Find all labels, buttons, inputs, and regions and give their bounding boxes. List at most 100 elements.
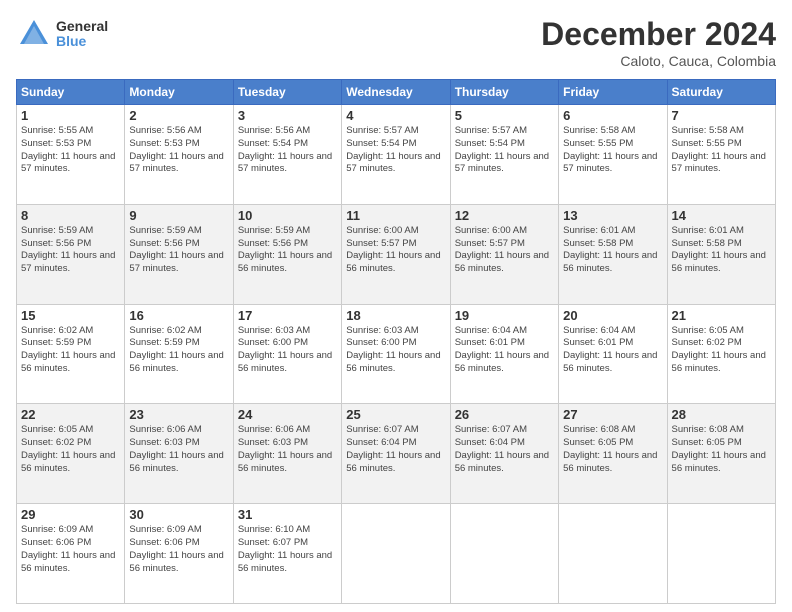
day-detail: Sunrise: 5:59 AMSunset: 5:56 PMDaylight:… — [129, 225, 228, 276]
calendar-cell: 22 Sunrise: 6:05 AMSunset: 6:02 PMDaylig… — [17, 404, 125, 504]
calendar-header-friday: Friday — [559, 80, 667, 105]
day-detail: Sunrise: 5:57 AMSunset: 5:54 PMDaylight:… — [346, 125, 445, 176]
calendar-header-tuesday: Tuesday — [233, 80, 341, 105]
calendar-cell: 27 Sunrise: 6:08 AMSunset: 6:05 PMDaylig… — [559, 404, 667, 504]
title-section: December 2024 Caloto, Cauca, Colombia — [541, 16, 776, 69]
calendar-week-row: 8 Sunrise: 5:59 AMSunset: 5:56 PMDayligh… — [17, 204, 776, 304]
logo-general: General — [56, 19, 108, 34]
day-detail: Sunrise: 5:56 AMSunset: 5:54 PMDaylight:… — [238, 125, 337, 176]
calendar-cell: 3 Sunrise: 5:56 AMSunset: 5:54 PMDayligh… — [233, 105, 341, 205]
calendar-header-row: SundayMondayTuesdayWednesdayThursdayFrid… — [17, 80, 776, 105]
day-number: 18 — [346, 308, 445, 323]
day-number: 24 — [238, 407, 337, 422]
day-detail: Sunrise: 6:00 AMSunset: 5:57 PMDaylight:… — [455, 225, 554, 276]
calendar-cell: 10 Sunrise: 5:59 AMSunset: 5:56 PMDaylig… — [233, 204, 341, 304]
day-detail: Sunrise: 6:02 AMSunset: 5:59 PMDaylight:… — [129, 325, 228, 376]
day-detail: Sunrise: 6:08 AMSunset: 6:05 PMDaylight:… — [672, 424, 771, 475]
calendar-cell: 8 Sunrise: 5:59 AMSunset: 5:56 PMDayligh… — [17, 204, 125, 304]
day-detail: Sunrise: 5:55 AMSunset: 5:53 PMDaylight:… — [21, 125, 120, 176]
day-number: 26 — [455, 407, 554, 422]
calendar-cell: 31 Sunrise: 6:10 AMSunset: 6:07 PMDaylig… — [233, 504, 341, 604]
day-detail: Sunrise: 5:59 AMSunset: 5:56 PMDaylight:… — [21, 225, 120, 276]
day-detail: Sunrise: 6:00 AMSunset: 5:57 PMDaylight:… — [346, 225, 445, 276]
calendar-cell: 23 Sunrise: 6:06 AMSunset: 6:03 PMDaylig… — [125, 404, 233, 504]
calendar-week-row: 1 Sunrise: 5:55 AMSunset: 5:53 PMDayligh… — [17, 105, 776, 205]
calendar-cell — [559, 504, 667, 604]
day-number: 23 — [129, 407, 228, 422]
calendar-cell: 9 Sunrise: 5:59 AMSunset: 5:56 PMDayligh… — [125, 204, 233, 304]
day-number: 25 — [346, 407, 445, 422]
calendar-header-saturday: Saturday — [667, 80, 775, 105]
day-number: 16 — [129, 308, 228, 323]
day-detail: Sunrise: 6:05 AMSunset: 6:02 PMDaylight:… — [672, 325, 771, 376]
day-number: 28 — [672, 407, 771, 422]
calendar-cell: 26 Sunrise: 6:07 AMSunset: 6:04 PMDaylig… — [450, 404, 558, 504]
calendar-cell: 29 Sunrise: 6:09 AMSunset: 6:06 PMDaylig… — [17, 504, 125, 604]
day-detail: Sunrise: 6:02 AMSunset: 5:59 PMDaylight:… — [21, 325, 120, 376]
calendar-header-wednesday: Wednesday — [342, 80, 450, 105]
logo: General Blue — [16, 16, 108, 52]
calendar-cell — [450, 504, 558, 604]
day-number: 31 — [238, 507, 337, 522]
day-number: 9 — [129, 208, 228, 223]
day-number: 4 — [346, 108, 445, 123]
calendar-cell: 1 Sunrise: 5:55 AMSunset: 5:53 PMDayligh… — [17, 105, 125, 205]
calendar-cell: 18 Sunrise: 6:03 AMSunset: 6:00 PMDaylig… — [342, 304, 450, 404]
day-number: 5 — [455, 108, 554, 123]
day-detail: Sunrise: 6:10 AMSunset: 6:07 PMDaylight:… — [238, 524, 337, 575]
day-detail: Sunrise: 6:04 AMSunset: 6:01 PMDaylight:… — [563, 325, 662, 376]
day-detail: Sunrise: 6:08 AMSunset: 6:05 PMDaylight:… — [563, 424, 662, 475]
day-detail: Sunrise: 6:06 AMSunset: 6:03 PMDaylight:… — [238, 424, 337, 475]
day-number: 22 — [21, 407, 120, 422]
day-number: 2 — [129, 108, 228, 123]
calendar-cell: 28 Sunrise: 6:08 AMSunset: 6:05 PMDaylig… — [667, 404, 775, 504]
day-number: 14 — [672, 208, 771, 223]
day-number: 12 — [455, 208, 554, 223]
calendar-cell: 24 Sunrise: 6:06 AMSunset: 6:03 PMDaylig… — [233, 404, 341, 504]
calendar-header-monday: Monday — [125, 80, 233, 105]
calendar-cell: 4 Sunrise: 5:57 AMSunset: 5:54 PMDayligh… — [342, 105, 450, 205]
calendar-cell: 14 Sunrise: 6:01 AMSunset: 5:58 PMDaylig… — [667, 204, 775, 304]
calendar-cell: 7 Sunrise: 5:58 AMSunset: 5:55 PMDayligh… — [667, 105, 775, 205]
calendar-cell: 6 Sunrise: 5:58 AMSunset: 5:55 PMDayligh… — [559, 105, 667, 205]
day-detail: Sunrise: 6:06 AMSunset: 6:03 PMDaylight:… — [129, 424, 228, 475]
calendar-cell: 16 Sunrise: 6:02 AMSunset: 5:59 PMDaylig… — [125, 304, 233, 404]
calendar-cell: 13 Sunrise: 6:01 AMSunset: 5:58 PMDaylig… — [559, 204, 667, 304]
day-number: 30 — [129, 507, 228, 522]
calendar-table: SundayMondayTuesdayWednesdayThursdayFrid… — [16, 79, 776, 604]
calendar-cell: 20 Sunrise: 6:04 AMSunset: 6:01 PMDaylig… — [559, 304, 667, 404]
calendar-week-row: 22 Sunrise: 6:05 AMSunset: 6:02 PMDaylig… — [17, 404, 776, 504]
main-title: December 2024 — [541, 16, 776, 53]
calendar-cell: 15 Sunrise: 6:02 AMSunset: 5:59 PMDaylig… — [17, 304, 125, 404]
day-number: 17 — [238, 308, 337, 323]
calendar-week-row: 29 Sunrise: 6:09 AMSunset: 6:06 PMDaylig… — [17, 504, 776, 604]
day-number: 1 — [21, 108, 120, 123]
calendar-cell: 11 Sunrise: 6:00 AMSunset: 5:57 PMDaylig… — [342, 204, 450, 304]
day-number: 29 — [21, 507, 120, 522]
logo-icon — [16, 16, 52, 52]
day-number: 7 — [672, 108, 771, 123]
day-detail: Sunrise: 5:56 AMSunset: 5:53 PMDaylight:… — [129, 125, 228, 176]
calendar-cell — [342, 504, 450, 604]
day-number: 27 — [563, 407, 662, 422]
day-number: 6 — [563, 108, 662, 123]
calendar-week-row: 15 Sunrise: 6:02 AMSunset: 5:59 PMDaylig… — [17, 304, 776, 404]
subtitle: Caloto, Cauca, Colombia — [541, 53, 776, 69]
logo-text: General Blue — [56, 19, 108, 50]
day-detail: Sunrise: 5:58 AMSunset: 5:55 PMDaylight:… — [563, 125, 662, 176]
day-number: 13 — [563, 208, 662, 223]
logo-blue: Blue — [56, 34, 108, 49]
day-number: 8 — [21, 208, 120, 223]
day-detail: Sunrise: 6:07 AMSunset: 6:04 PMDaylight:… — [346, 424, 445, 475]
day-detail: Sunrise: 6:09 AMSunset: 6:06 PMDaylight:… — [129, 524, 228, 575]
day-detail: Sunrise: 6:07 AMSunset: 6:04 PMDaylight:… — [455, 424, 554, 475]
calendar-cell: 25 Sunrise: 6:07 AMSunset: 6:04 PMDaylig… — [342, 404, 450, 504]
calendar-header-sunday: Sunday — [17, 80, 125, 105]
calendar-cell: 12 Sunrise: 6:00 AMSunset: 5:57 PMDaylig… — [450, 204, 558, 304]
calendar-cell: 21 Sunrise: 6:05 AMSunset: 6:02 PMDaylig… — [667, 304, 775, 404]
day-detail: Sunrise: 6:03 AMSunset: 6:00 PMDaylight:… — [238, 325, 337, 376]
page: General Blue December 2024 Caloto, Cauca… — [0, 0, 792, 612]
day-number: 11 — [346, 208, 445, 223]
calendar-cell — [667, 504, 775, 604]
day-number: 19 — [455, 308, 554, 323]
